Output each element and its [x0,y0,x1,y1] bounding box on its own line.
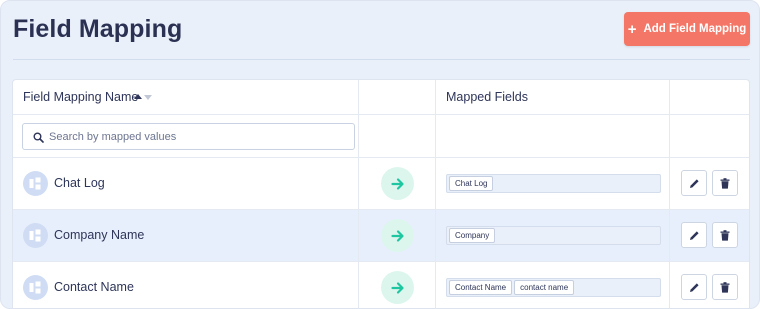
sort-icon[interactable] [134,93,152,101]
mapped-field-tag: Contact Name [449,280,513,295]
mapped-field-tag: contact name [514,280,575,295]
actions-cell [670,158,749,209]
field-mapping-icon [23,275,48,300]
filter-cell-empty [670,115,749,157]
filter-cell [13,115,359,157]
name-cell: Contact Name [13,262,359,308]
edit-button[interactable] [681,274,707,300]
add-field-mapping-button[interactable]: + Add Field Mapping [624,12,750,46]
mapped-field-tag: Chat Log [449,176,494,191]
plus-icon: + [627,20,637,38]
search-input[interactable] [49,128,344,146]
arrow-cell [359,262,436,308]
mapped-fields-list: Contact Name contact name [446,278,661,297]
edit-button[interactable] [681,222,707,248]
field-mapping-panel: Field Mapping + Add Field Mapping Field … [0,0,760,309]
filter-cell-empty [359,115,436,157]
mapped-fields-list: Company [446,226,661,245]
field-mapping-name: Chat Log [54,176,105,190]
delete-button[interactable] [712,170,738,196]
delete-button[interactable] [712,222,738,248]
arrow-cell [359,210,436,261]
field-mapping-table: Field Mapping Name Mapped Fields Search … [12,79,750,308]
pencil-icon [689,230,699,240]
add-field-mapping-label: Add Field Mapping [643,23,747,35]
filter-row [13,115,749,158]
trash-icon [720,281,730,293]
mapped-field-tag: Company [449,228,496,243]
actions-cell [670,210,749,261]
table-row[interactable]: Contact Name Contact Name contact name [13,262,749,308]
pencil-icon [689,282,699,292]
table-header-row: Field Mapping Name Mapped Fields [13,80,749,115]
filter-cell-empty [436,115,670,157]
column-header-arrow [359,80,436,114]
column-header-mapped-fields: Mapped Fields [436,80,670,114]
header-divider [13,59,750,60]
page-title: Field Mapping [13,15,183,43]
field-mapping-icon [23,171,48,196]
field-mapping-name: Company Name [54,228,145,242]
name-cell: Company Name [13,210,359,261]
arrow-right-icon[interactable] [381,219,414,252]
arrow-cell [359,158,436,209]
pencil-icon [689,178,699,188]
mapped-fields-list: Chat Log [446,174,661,193]
arrow-right-icon[interactable] [381,167,414,200]
column-header-actions [670,80,749,114]
column-header-label: Mapped Fields [446,90,528,104]
mapped-fields-cell: Chat Log [436,158,670,209]
column-header-label: Field Mapping Name [23,90,139,104]
trash-icon [720,177,730,189]
field-mapping-icon [23,223,48,248]
search-icon [33,132,44,143]
search-field[interactable] [22,123,355,150]
table-row[interactable]: Company Name Company [13,210,749,262]
mapped-fields-cell: Company [436,210,670,261]
column-header-field-mapping-name[interactable]: Field Mapping Name [13,80,359,114]
field-mapping-name: Contact Name [54,280,134,294]
actions-cell [670,262,749,308]
mapped-fields-cell: Contact Name contact name [436,262,670,308]
edit-button[interactable] [681,170,707,196]
name-cell: Chat Log [13,158,359,209]
trash-icon [720,229,730,241]
delete-button[interactable] [712,274,738,300]
arrow-right-icon[interactable] [381,271,414,304]
table-row[interactable]: Chat Log Chat Log [13,158,749,210]
